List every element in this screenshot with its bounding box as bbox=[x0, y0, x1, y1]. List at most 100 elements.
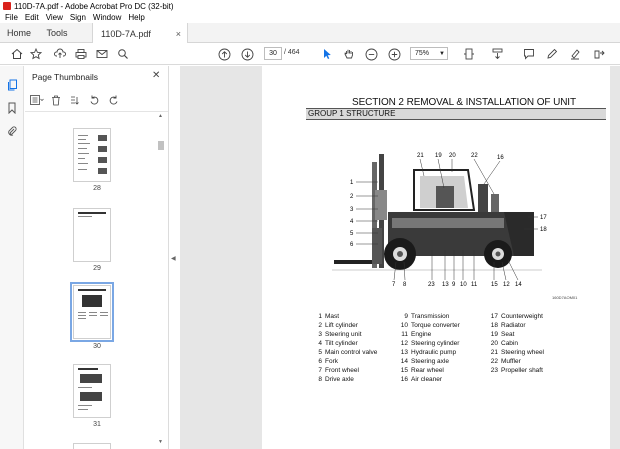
part-name: Torque converter bbox=[411, 322, 460, 329]
thumbnail-page-29[interactable] bbox=[73, 208, 111, 262]
list-item: 19 Seat bbox=[488, 331, 544, 340]
callout-label: 20 bbox=[449, 153, 456, 159]
thumbnail-page-28[interactable] bbox=[73, 128, 111, 182]
part-number: 4 bbox=[318, 340, 322, 347]
callout-label: 12 bbox=[503, 282, 510, 288]
panel-title: Page Thumbnails bbox=[32, 72, 98, 82]
main-toolbar: 30 / 464 75% ▼ bbox=[0, 43, 620, 65]
tab-home[interactable]: Home bbox=[0, 23, 38, 43]
menu-bar: File Edit View Sign Window Help bbox=[0, 12, 620, 23]
menu-view[interactable]: View bbox=[46, 13, 63, 22]
thumbnail-page-30[interactable] bbox=[70, 282, 114, 342]
list-item: 20 Cabin bbox=[488, 340, 544, 349]
search-icon[interactable] bbox=[116, 47, 130, 61]
thumbnail-page-32[interactable] bbox=[73, 443, 111, 449]
menu-sign[interactable]: Sign bbox=[70, 13, 86, 22]
rotate-right-icon[interactable] bbox=[106, 94, 120, 107]
thumbnail-scrollbar[interactable]: ▲ ▼ bbox=[158, 113, 164, 448]
page-thumbnails-panel: Page Thumbnails ✕ 28 29 30 31 ▲ ▼ bbox=[25, 66, 169, 449]
part-number: 19 bbox=[490, 331, 498, 338]
comment-icon[interactable] bbox=[522, 47, 536, 61]
zoom-select[interactable]: 75% ▼ bbox=[410, 47, 448, 60]
close-tab-icon[interactable]: × bbox=[176, 29, 181, 39]
menu-edit[interactable]: Edit bbox=[25, 13, 39, 22]
tab-tools[interactable]: Tools bbox=[38, 23, 76, 43]
thumbnail-content-mark bbox=[78, 289, 106, 291]
tab-document[interactable]: 110D-7A.pdf × bbox=[92, 23, 188, 44]
menu-window[interactable]: Window bbox=[93, 13, 121, 22]
page-total-label: / 464 bbox=[284, 49, 300, 56]
part-number: 20 bbox=[490, 340, 498, 347]
callout-label: 21 bbox=[417, 153, 424, 159]
print-icon[interactable] bbox=[74, 47, 88, 61]
attachment-icon[interactable] bbox=[5, 124, 19, 138]
thumbnail-content-mark bbox=[80, 374, 102, 383]
rotate-left-icon[interactable] bbox=[87, 94, 101, 107]
menu-help[interactable]: Help bbox=[128, 13, 144, 22]
callout-label: 4 bbox=[350, 219, 354, 225]
callout-label: 8 bbox=[403, 282, 407, 288]
thumbnail-content-mark bbox=[78, 212, 106, 214]
collapse-panel-icon[interactable]: ◀ bbox=[171, 255, 176, 262]
thumbnail-content-mark bbox=[78, 368, 98, 370]
highlight-icon[interactable] bbox=[568, 47, 582, 61]
fit-icon[interactable] bbox=[462, 47, 476, 61]
group-header-bar: GROUP 1 STRUCTURE bbox=[306, 108, 606, 120]
callout-label: 11 bbox=[471, 282, 478, 288]
next-page-icon[interactable] bbox=[240, 47, 254, 61]
part-number: 10 bbox=[400, 322, 408, 329]
part-name: Mast bbox=[325, 313, 340, 320]
part-name: Muffler bbox=[501, 358, 521, 365]
bookmark-icon[interactable] bbox=[5, 101, 19, 115]
scroll-down-icon[interactable]: ▼ bbox=[158, 439, 163, 445]
thumbnail-page-31[interactable] bbox=[73, 364, 111, 418]
part-number: 15 bbox=[400, 367, 408, 374]
home-icon[interactable] bbox=[10, 47, 24, 61]
thumbnail-content-mark bbox=[98, 146, 107, 152]
scrollbar-thumb[interactable] bbox=[158, 141, 164, 150]
prev-page-icon[interactable] bbox=[217, 47, 231, 61]
menu-file[interactable]: File bbox=[5, 13, 18, 22]
list-item: 3 Steering unit bbox=[312, 331, 377, 340]
callout-label: 6 bbox=[350, 242, 354, 248]
thumbnail-content-mark bbox=[100, 315, 108, 316]
options-menu-icon[interactable] bbox=[30, 94, 44, 107]
list-item: 17 Counterweight bbox=[488, 313, 544, 322]
zoom-in-icon[interactable] bbox=[387, 47, 401, 61]
extract-pages-icon[interactable] bbox=[68, 94, 82, 107]
part-name: Tilt cylinder bbox=[325, 340, 358, 347]
list-item: 1 Mast bbox=[312, 313, 377, 322]
cursor-icon[interactable] bbox=[320, 47, 334, 61]
part-name: Hydraulic pump bbox=[411, 349, 457, 356]
part-name: Main control valve bbox=[325, 349, 378, 356]
part-name: Rear wheel bbox=[411, 367, 444, 374]
delete-icon[interactable] bbox=[49, 94, 63, 107]
callout-label: 15 bbox=[491, 282, 498, 288]
page-thumbnails-icon[interactable] bbox=[5, 78, 19, 92]
scroll-up-icon[interactable]: ▲ bbox=[158, 113, 163, 119]
callout-label: 7 bbox=[392, 282, 396, 288]
zoom-out-icon[interactable] bbox=[364, 47, 378, 61]
scroll-icon[interactable] bbox=[490, 47, 504, 61]
share-icon[interactable] bbox=[592, 47, 606, 61]
part-name: Drive axle bbox=[325, 376, 354, 383]
parts-column: 9 Transmission 10 Torque converter 11 Engin… bbox=[398, 313, 460, 385]
part-number: 8 bbox=[318, 376, 322, 383]
upload-icon[interactable] bbox=[53, 47, 67, 61]
pen-icon[interactable] bbox=[545, 47, 559, 61]
thumbnail-content-mark bbox=[100, 312, 108, 313]
part-name: Steering axle bbox=[411, 358, 449, 365]
callout-label: 1 bbox=[350, 180, 354, 186]
hand-icon[interactable] bbox=[342, 47, 356, 61]
callout-label: 23 bbox=[428, 282, 435, 288]
thumbnail-label: 28 bbox=[93, 185, 101, 192]
star-icon[interactable] bbox=[29, 47, 43, 61]
close-icon[interactable]: ✕ bbox=[152, 70, 160, 81]
list-item: 23 Propeller shaft bbox=[488, 367, 544, 376]
thumbnail-content-mark bbox=[78, 135, 88, 136]
thumbnail-content-mark bbox=[78, 315, 86, 316]
part-number: 12 bbox=[400, 340, 408, 347]
page-number-input[interactable]: 30 bbox=[264, 47, 282, 60]
mail-icon[interactable] bbox=[95, 47, 109, 61]
part-number: 23 bbox=[490, 367, 498, 374]
